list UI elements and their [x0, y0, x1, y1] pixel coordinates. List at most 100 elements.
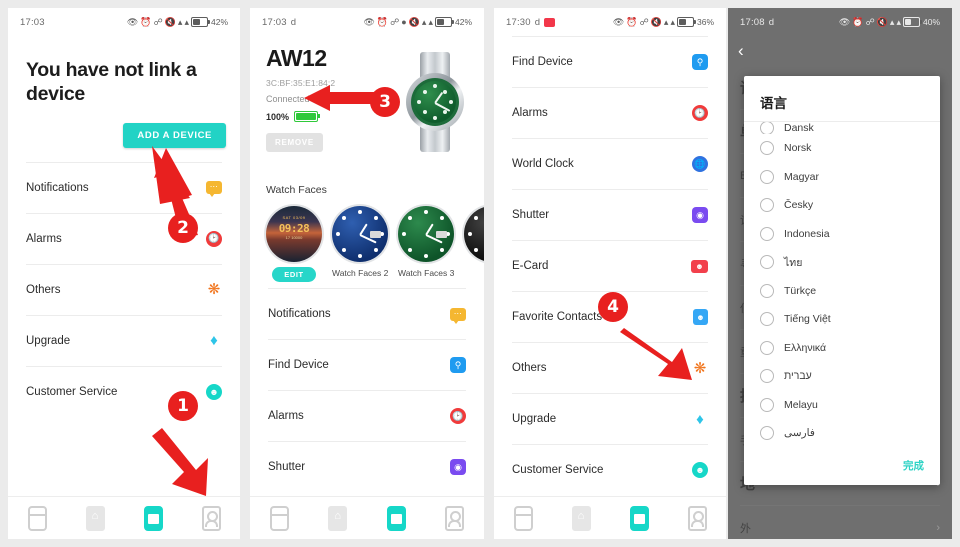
bottom-nav-band-tab[interactable] — [17, 505, 57, 531]
bottom-nav-profile-tab[interactable] — [435, 505, 475, 531]
signal-icon-2: ▴ — [896, 16, 901, 27]
watch-faces-carousel[interactable]: SAT 03/09 09:28 17 10000 EDIT Watch Face… — [250, 202, 484, 288]
radio-button[interactable] — [760, 141, 774, 156]
bottom-nav-watch-tab[interactable] — [619, 505, 659, 531]
recording-badge-icon — [544, 17, 556, 27]
list-item-others[interactable]: Others ❋ — [26, 263, 222, 315]
watch-face-item[interactable]: W — [464, 206, 484, 282]
dialog-done-button[interactable]: 完成 — [903, 458, 924, 473]
language-option-turkce[interactable]: Türkçe — [744, 277, 940, 306]
list-item-find-device[interactable]: Find Device ⚲ — [512, 36, 708, 87]
device-battery-percent: 100% — [266, 111, 290, 122]
alarm-icon: ⏰ — [376, 16, 389, 27]
language-option-dansk[interactable]: Dansk — [744, 122, 940, 134]
bottom-nav-profile-tab[interactable] — [677, 505, 717, 531]
battery-icon — [902, 17, 922, 27]
annotation-badge-1: 1 — [168, 391, 198, 421]
list-item-label: Shutter — [512, 209, 550, 221]
profile-icon — [445, 505, 465, 531]
radio-button[interactable] — [760, 397, 774, 412]
list-item-world-clock[interactable]: World Clock 🌐 — [512, 138, 708, 189]
message-icon: ⋯ — [450, 307, 466, 324]
list-item-e-card[interactable]: E-Card ☻ — [512, 240, 708, 291]
watch-face-thumbnail[interactable] — [332, 206, 388, 262]
mute-icon: 🔇 — [164, 16, 176, 27]
watch-face-thumbnail[interactable]: SAT 03/09 09:28 17 10000 — [266, 206, 322, 262]
bottom-nav-profile-tab[interactable] — [191, 505, 231, 531]
settings-row[interactable]: 外 › — [740, 506, 940, 539]
bottom-nav — [494, 496, 726, 539]
list-item-alarms[interactable]: Alarms 🕑 — [268, 390, 466, 441]
status-bar-right: 👁 ⏰ ☍ 🔇 ▴ ▴ 36% — [613, 17, 714, 27]
language-option-list[interactable]: Dansk Norsk Magyar Česky Indonesia ไทย T… — [744, 122, 940, 452]
language-option-magyar[interactable]: Magyar — [744, 163, 940, 192]
radio-button[interactable] — [760, 169, 774, 184]
language-option-cesky[interactable]: Česky — [744, 191, 940, 220]
bottom-nav-band-tab[interactable] — [503, 505, 543, 531]
watch-face-date-window — [436, 231, 447, 238]
list-item-upgrade[interactable]: Upgrade ♦ — [512, 393, 708, 444]
list-item-label: Customer Service — [512, 464, 604, 476]
radio-button[interactable] — [760, 283, 774, 298]
list-item-upgrade[interactable]: Upgrade ♦ — [26, 314, 222, 366]
radio-button[interactable] — [760, 198, 774, 213]
radio-button[interactable] — [760, 426, 774, 441]
dialog-footer: 完成 — [744, 452, 940, 485]
radio-button[interactable] — [760, 369, 774, 384]
status-clock: 17:03 — [262, 16, 287, 28]
battery-percent: 36% — [696, 17, 714, 27]
watch-face-thumbnail[interactable] — [398, 206, 454, 262]
mute-icon: 🔇 — [408, 16, 420, 27]
phone-panel-feature-list: 17:30 d 👁 ⏰ ☍ 🔇 ▴ ▴ 36% Find Device ⚲ Al… — [494, 8, 726, 539]
bottom-nav-watch-tab[interactable] — [133, 505, 173, 531]
bottom-nav-band-tab[interactable] — [259, 505, 299, 531]
radio-button[interactable] — [760, 226, 774, 241]
bottom-nav-shoe-tab[interactable] — [561, 505, 601, 531]
chevron-right-icon: › — [936, 521, 940, 534]
watch-face-item[interactable]: SAT 03/09 09:28 17 10000 EDIT — [266, 206, 322, 282]
language-option-greek[interactable]: Ελληνικά — [744, 334, 940, 363]
feature-list: Notifications ⋯ Find Device ⚲ Alarms 🕑 S… — [250, 288, 484, 492]
watch-face-item[interactable]: Watch Faces 3 — [398, 206, 454, 282]
language-option-thai[interactable]: ไทย — [744, 248, 940, 277]
language-option-label: Melayu — [784, 398, 818, 411]
language-option-norsk[interactable]: Norsk — [744, 134, 940, 163]
language-option-hebrew[interactable]: עברית — [744, 362, 940, 391]
list-item-label: Notifications — [268, 308, 331, 320]
list-item-alarms[interactable]: Alarms 🕑 — [512, 87, 708, 138]
remove-device-button[interactable]: REMOVE — [266, 133, 323, 153]
list-item-label: World Clock — [512, 158, 574, 170]
language-option-indonesia[interactable]: Indonesia — [744, 220, 940, 249]
radio-button[interactable] — [760, 122, 774, 134]
radio-button[interactable] — [760, 255, 774, 270]
list-item-find-device[interactable]: Find Device ⚲ — [268, 339, 466, 390]
bottom-nav-watch-tab[interactable] — [376, 505, 416, 531]
status-bar-left: 17:30 d — [506, 17, 556, 28]
radio-button[interactable] — [760, 340, 774, 355]
customer-service-icon: ☻ — [206, 383, 222, 400]
language-option-label: Indonesia — [784, 227, 830, 240]
language-option-tieng-viet[interactable]: Tiếng Việt — [744, 305, 940, 334]
language-option-farsi[interactable]: فارسی — [744, 419, 940, 448]
watch-face-thumbnail[interactable] — [464, 206, 484, 262]
back-button[interactable]: ‹ — [738, 42, 744, 59]
dialog-title: 语言 — [760, 96, 787, 111]
annotation-arrow-3 — [304, 85, 378, 111]
bluetooth-icon: ☍ — [153, 16, 163, 27]
list-item-shutter[interactable]: Shutter ◉ — [268, 441, 466, 492]
watch-face-digital-time: 09:28 — [278, 222, 310, 235]
bottom-nav-shoe-tab[interactable] — [318, 505, 358, 531]
battery-icon — [434, 17, 454, 27]
list-item-notifications[interactable]: Notifications ⋯ — [268, 288, 466, 339]
watch-face-item[interactable]: Watch Faces 2 — [332, 206, 388, 282]
settings-row-label: 外 — [740, 522, 751, 535]
radio-button[interactable] — [760, 312, 774, 327]
bottom-nav-shoe-tab[interactable] — [75, 505, 115, 531]
edit-watch-face-button[interactable]: EDIT — [272, 267, 316, 282]
shoe-icon — [85, 505, 105, 531]
language-option-label: فارسی — [784, 427, 815, 440]
list-item-label: E-Card — [512, 260, 549, 272]
list-item-shutter[interactable]: Shutter ◉ — [512, 189, 708, 240]
list-item-customer-service[interactable]: Customer Service ☻ — [512, 444, 708, 495]
language-option-melayu[interactable]: Melayu — [744, 391, 940, 420]
